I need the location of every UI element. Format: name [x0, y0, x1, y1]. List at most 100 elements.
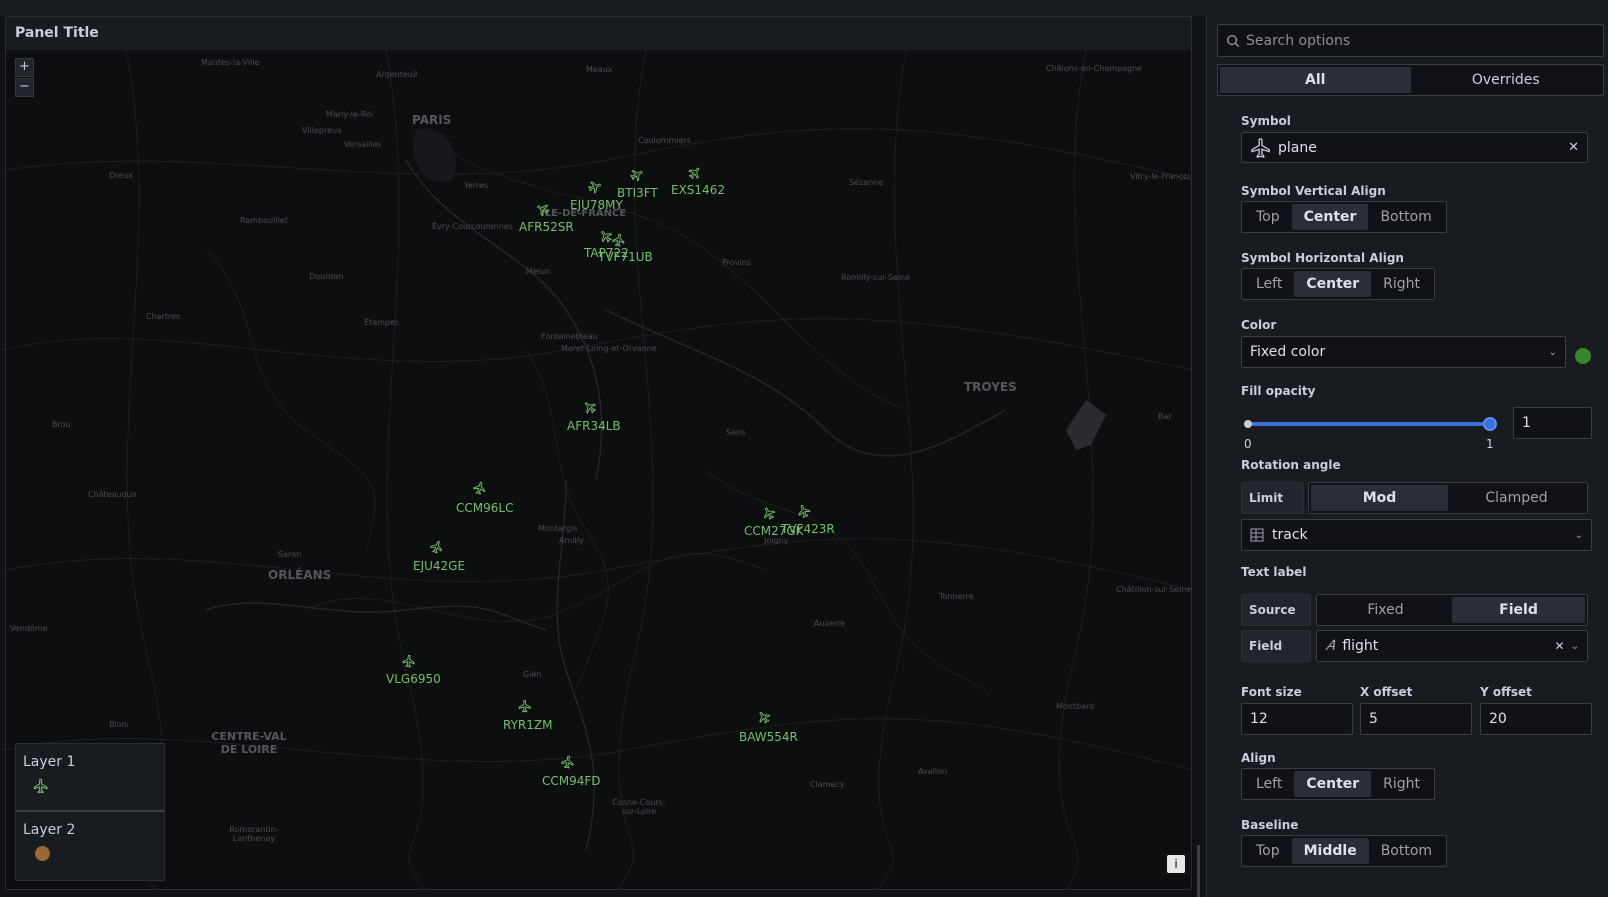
place-label: Argenteuil — [376, 70, 418, 79]
place-label: Dreux — [109, 171, 133, 180]
limit-clamped-option[interactable]: Clamped — [1448, 485, 1585, 511]
legend-item-layer2[interactable]: Layer 2 — [16, 812, 164, 880]
source-fixed-option[interactable]: Fixed — [1319, 597, 1452, 623]
panel-title[interactable]: Panel Title — [6, 17, 1191, 50]
info-button[interactable]: i — [1167, 855, 1185, 873]
valign-top-option[interactable]: Top — [1244, 204, 1292, 230]
place-label: PARIS — [412, 113, 452, 127]
place-label: Châtillon-sur-Seine — [1116, 585, 1192, 594]
fill-opacity-slider[interactable] — [1247, 422, 1491, 426]
flight-label: BAW554R — [739, 730, 798, 744]
tab-all[interactable]: All — [1220, 67, 1411, 93]
baseline-label: Baseline — [1241, 818, 1299, 832]
place-label: Sens — [726, 428, 746, 437]
source-field-option[interactable]: Field — [1452, 597, 1585, 623]
options-tabs: All Overrides — [1217, 64, 1604, 96]
align-right-option[interactable]: Right — [1371, 771, 1432, 797]
source-prefix: Source — [1241, 594, 1311, 626]
top-bar — [0, 0, 1608, 16]
valign-bottom-option[interactable]: Bottom — [1368, 204, 1443, 230]
baseline-middle-option[interactable]: Middle — [1291, 838, 1369, 864]
clear-icon[interactable]: ✕ — [1555, 639, 1565, 653]
plane-icon[interactable] — [560, 754, 576, 770]
slider-handle[interactable] — [1483, 417, 1497, 431]
search-input[interactable]: Search options — [1217, 24, 1604, 57]
chevron-down-icon: ⌄ — [1570, 640, 1579, 652]
map-legend: Layer 1 Layer 2 — [15, 743, 165, 881]
place-label: Sézanne — [849, 178, 884, 187]
plane-icon[interactable] — [611, 232, 627, 248]
flight-label: CCM96LC — [456, 501, 514, 515]
zoom-in-button[interactable]: + — [15, 58, 34, 77]
limit-prefix: Limit — [1241, 482, 1304, 514]
search-icon — [1227, 34, 1240, 47]
y-offset-input[interactable]: 20 — [1480, 703, 1592, 735]
place-label: Villepreux — [302, 126, 342, 135]
limit-group: Mod Clamped — [1308, 482, 1588, 514]
place-label: Cosne-Cours-sur-Loire — [612, 798, 666, 816]
color-mode-select[interactable]: Fixed color ⌄ — [1241, 336, 1566, 368]
flight-label: TVF71UB — [598, 250, 653, 264]
fill-opacity-input[interactable]: 1 — [1513, 407, 1592, 439]
align-center-option[interactable]: Center — [1294, 771, 1372, 797]
place-label: Provins — [722, 258, 751, 267]
slider-min-handle[interactable] — [1244, 420, 1252, 428]
place-label: Évry-Courcouronnes — [432, 222, 513, 231]
place-label: Coulommiers — [638, 136, 691, 145]
legend-item-layer1[interactable]: Layer 1 — [16, 744, 164, 812]
text-field-select[interactable]: 𝐴 flight ✕ ⌄ — [1316, 630, 1588, 662]
x-offset-label: X offset — [1360, 685, 1413, 699]
symbol-value: plane — [1278, 139, 1317, 156]
place-label: Amilly — [559, 536, 584, 545]
align-left-option[interactable]: Left — [1244, 771, 1294, 797]
halign-right-option[interactable]: Right — [1371, 271, 1432, 297]
symbol-valign-label: Symbol Vertical Align — [1241, 184, 1386, 198]
plane-icon — [33, 778, 49, 794]
place-label: Meaux — [586, 65, 613, 74]
font-size-input[interactable]: 12 — [1241, 703, 1353, 735]
zoom-out-button[interactable]: − — [15, 78, 34, 97]
tab-overrides[interactable]: Overrides — [1411, 67, 1602, 93]
marker-dot-icon — [35, 846, 50, 861]
baseline-bottom-option[interactable]: Bottom — [1369, 838, 1444, 864]
place-label: Bar — [1158, 412, 1172, 421]
place-label: Romilly-sur-Seine — [841, 273, 911, 282]
options-pane: Search options All Overrides Symbol plan… — [1206, 16, 1608, 897]
place-label: TROYES — [964, 380, 1017, 394]
color-swatch[interactable] — [1575, 348, 1591, 364]
clear-icon[interactable]: ✕ — [1568, 140, 1579, 155]
align-label: Align — [1241, 751, 1276, 765]
rotation-field-select[interactable]: track ⌄ — [1241, 519, 1592, 551]
place-label: Fontainebleau — [541, 332, 598, 341]
symbol-select[interactable]: plane ✕ — [1241, 132, 1588, 163]
place-label: Vendôme — [10, 624, 48, 633]
place-label: Romorantin-Lanthenay — [229, 825, 279, 843]
place-label: Vitry-le-François — [1130, 172, 1192, 181]
legend-layer-title: Layer 1 — [23, 754, 76, 770]
font-size-value: 12 — [1250, 711, 1268, 727]
resize-handle[interactable] — [1197, 845, 1200, 897]
rotation-angle-label: Rotation angle — [1241, 458, 1341, 472]
x-offset-input[interactable]: 5 — [1360, 703, 1472, 735]
halign-left-option[interactable]: Left — [1244, 271, 1294, 297]
place-label: Melun — [526, 267, 551, 276]
plane-icon[interactable] — [401, 653, 416, 668]
place-label: Étampes — [364, 318, 400, 327]
text-field-value: flight — [1342, 638, 1379, 654]
flight-label: EXS1462 — [671, 183, 725, 197]
place-label: Mantes-la-Ville — [201, 58, 260, 67]
limit-mod-option[interactable]: Mod — [1311, 485, 1448, 511]
symbol-label: Symbol — [1241, 114, 1291, 128]
valign-center-option[interactable]: Center — [1291, 204, 1369, 230]
place-label: Montargis — [538, 524, 578, 533]
map-panel: Panel Title Mantes-la-Ville Argenteuil M… — [5, 16, 1192, 890]
place-label: Marly-le-Roi — [326, 110, 374, 119]
place-label: Auxerre — [814, 619, 846, 628]
halign-center-option[interactable]: Center — [1294, 271, 1372, 297]
place-label: Clamecy — [810, 780, 845, 789]
baseline-top-option[interactable]: Top — [1244, 838, 1292, 864]
plane-icon[interactable] — [518, 699, 532, 713]
symbol-halign-group: Left Center Right — [1241, 268, 1436, 300]
flight-label: RYR1ZM — [503, 718, 553, 732]
geomap[interactable]: Mantes-la-Ville Argenteuil Meaux Châlons… — [6, 50, 1192, 889]
